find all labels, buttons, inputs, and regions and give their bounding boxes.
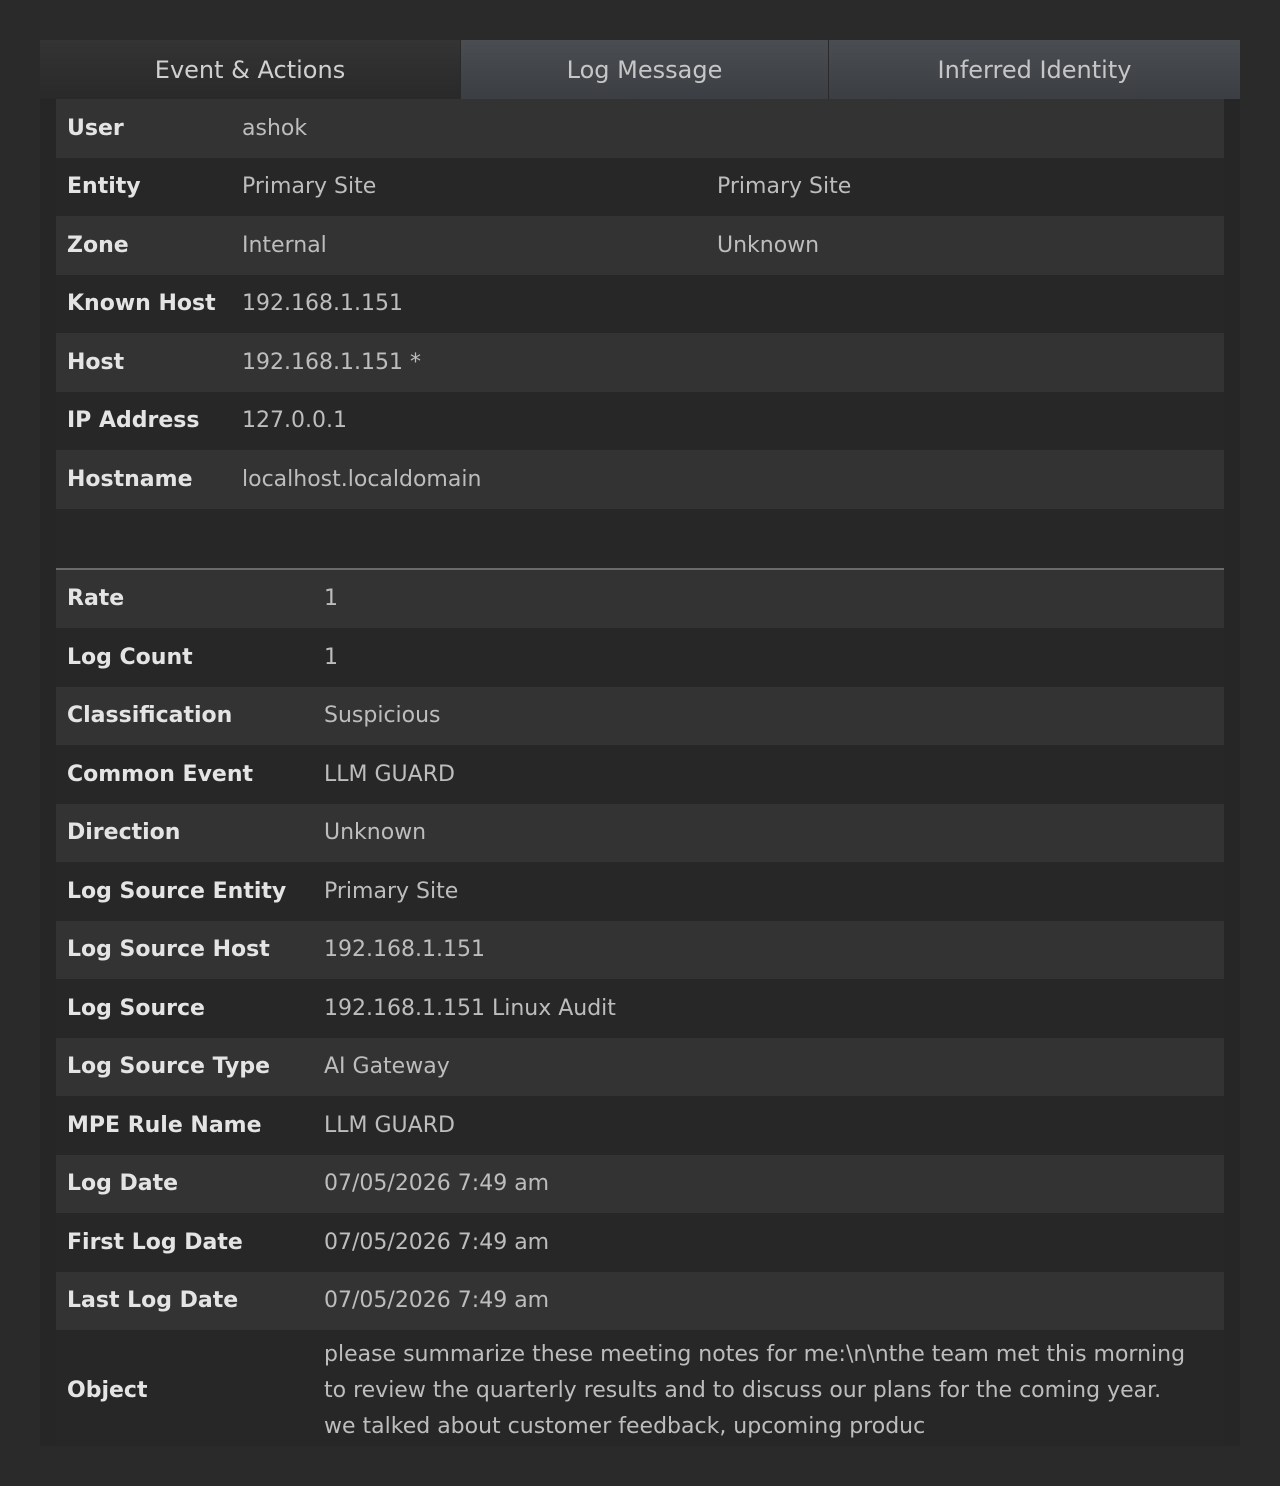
row-label: Last Log Date xyxy=(67,1288,239,1314)
row-label: Log Source xyxy=(67,995,205,1021)
row-value: ashok xyxy=(242,115,308,141)
row-value-origin: Primary Site xyxy=(242,174,377,200)
row-label: MPE Rule Name xyxy=(67,1112,262,1138)
row-value: 192.168.1.151 xyxy=(324,937,485,963)
row-value: Suspicious xyxy=(324,703,441,729)
section-spacer xyxy=(56,508,1224,568)
row-value: please summarize these meeting notes for… xyxy=(324,1342,1186,1439)
row-label: Host xyxy=(67,349,125,375)
details-table: Rate 1 Log Count 1 Classification Suspic… xyxy=(56,569,1224,1446)
row-label: Classification xyxy=(67,703,233,729)
row-value: 07/05/2026 7:49 am xyxy=(324,1171,550,1197)
row-entity: Entity Primary Site Primary Site xyxy=(56,157,1224,216)
row-log-source-host: Log Source Host 192.168.1.151 xyxy=(56,920,1224,979)
row-ip-address: IP Address 127.0.0.1 xyxy=(56,391,1224,450)
row-value-impacted: Unknown xyxy=(717,232,820,258)
row-label: Log Source Entity xyxy=(67,878,287,904)
row-last-log-date: Last Log Date 07/05/2026 7:49 am xyxy=(56,1271,1224,1330)
row-value: 127.0.0.1 xyxy=(242,408,347,434)
tab-log-message[interactable]: Log Message xyxy=(460,40,828,99)
row-log-count: Log Count 1 xyxy=(56,628,1224,687)
row-value: Unknown xyxy=(324,820,427,846)
tab-inferred-identity[interactable]: Inferred Identity xyxy=(828,40,1240,99)
row-label: Zone xyxy=(67,232,129,258)
row-value: 192.168.1.151 Linux Audit xyxy=(324,995,616,1021)
row-label: User xyxy=(67,115,124,141)
row-value: LLM GUARD xyxy=(324,761,455,787)
row-value: 07/05/2026 7:49 am xyxy=(324,1229,550,1255)
row-user: User ashok xyxy=(56,99,1224,158)
row-host: Host 192.168.1.151 * xyxy=(56,333,1224,392)
row-value: 07/05/2026 7:49 am xyxy=(324,1288,550,1314)
row-label: Rate xyxy=(67,586,125,612)
row-common-event: Common Event LLM GUARD xyxy=(56,745,1224,804)
row-label: Common Event xyxy=(67,761,254,787)
row-known-host: Known Host 192.168.1.151 xyxy=(56,274,1224,333)
row-label: Log Source Host xyxy=(67,937,270,963)
row-label: Known Host xyxy=(67,291,216,317)
row-label: First Log Date xyxy=(67,1229,243,1255)
identity-table: User ashok Entity Primary Site Primary S… xyxy=(56,99,1224,570)
tab-event-actions[interactable]: Event & Actions xyxy=(40,40,460,99)
row-log-source-type: Log Source Type AI Gateway xyxy=(56,1037,1224,1096)
row-value: 1 xyxy=(324,586,338,612)
row-value-origin: Internal xyxy=(242,232,327,258)
row-log-source: Log Source 192.168.1.151 Linux Audit xyxy=(56,979,1224,1038)
row-log-source-entity: Log Source Entity Primary Site xyxy=(56,862,1224,921)
row-value: Primary Site xyxy=(324,878,459,904)
row-first-log-date: First Log Date 07/05/2026 7:49 am xyxy=(56,1213,1224,1272)
row-value: AI Gateway xyxy=(324,1054,450,1080)
row-object: Object please summarize these meeting no… xyxy=(56,1330,1224,1446)
row-label: Direction xyxy=(67,820,181,846)
row-value: 192.168.1.151 * xyxy=(242,349,421,375)
event-details-panel: Event & Actions Log Message Inferred Ide… xyxy=(40,40,1240,1446)
row-label: IP Address xyxy=(67,408,200,434)
row-mpe-rule-name: MPE Rule Name LLM GUARD xyxy=(56,1096,1224,1155)
row-label: Log Date xyxy=(67,1171,179,1197)
row-rate: Rate 1 xyxy=(56,569,1224,628)
row-value: 192.168.1.151 xyxy=(242,291,403,317)
tab-bar: Event & Actions Log Message Inferred Ide… xyxy=(40,40,1240,99)
row-label: Log Source Type xyxy=(67,1054,271,1080)
row-classification: Classification Suspicious xyxy=(56,686,1224,745)
row-label: Entity xyxy=(67,174,141,200)
row-log-date: Log Date 07/05/2026 7:49 am xyxy=(56,1154,1224,1213)
row-value: 1 xyxy=(324,644,338,670)
row-label: Object xyxy=(67,1377,148,1403)
row-zone: Zone Internal Unknown xyxy=(56,216,1224,275)
row-label: Log Count xyxy=(67,644,193,670)
row-label: Hostname xyxy=(67,466,193,492)
row-value: LLM GUARD xyxy=(324,1112,455,1138)
row-hostname: Hostname localhost.localdomain xyxy=(56,450,1224,509)
row-direction: Direction Unknown xyxy=(56,803,1224,862)
row-value-impacted: Primary Site xyxy=(717,174,852,200)
row-value: localhost.localdomain xyxy=(242,466,482,492)
